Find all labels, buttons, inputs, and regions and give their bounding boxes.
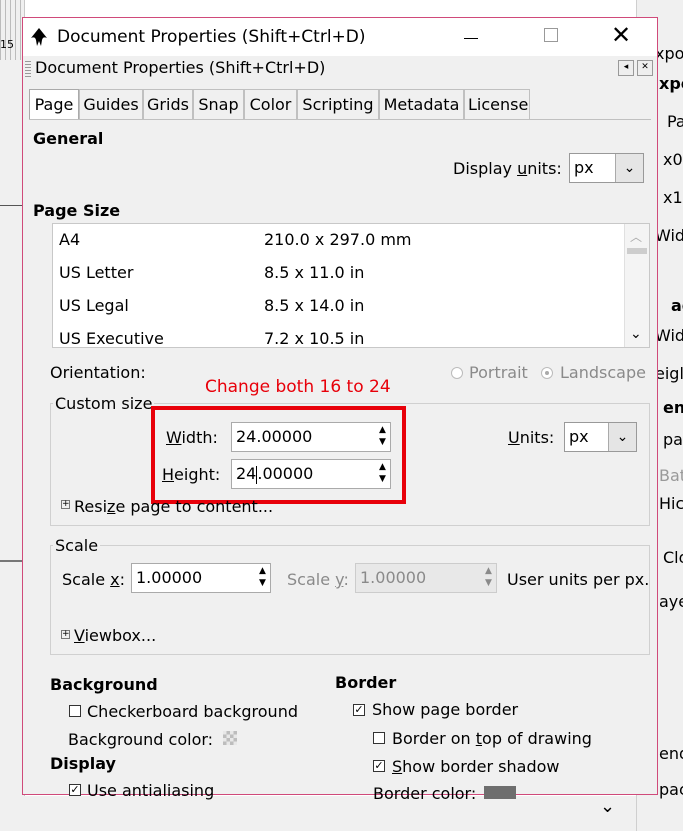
scale-x-label: Scale x:: [62, 570, 125, 589]
tab-metadata[interactable]: Metadata: [379, 89, 464, 119]
scale-x-spinner[interactable]: ▲ ▼: [258, 564, 270, 592]
list-item[interactable]: US Executive 7.2 x 10.5 in: [53, 323, 623, 347]
dock-iconify-icon[interactable]: ◂: [618, 60, 634, 76]
bg-label: xpo: [655, 44, 683, 63]
expand-icon[interactable]: +: [61, 500, 70, 509]
antialias-label[interactable]: Use antialiasing: [87, 781, 214, 800]
scale-label: Scale: [53, 536, 101, 555]
bg-label: x1: [663, 188, 683, 207]
checkerboard-label[interactable]: Checkerboard background: [87, 702, 298, 721]
display-heading: Display: [50, 754, 116, 773]
border-color-label: Border color:: [373, 784, 477, 803]
tab-grids[interactable]: Grids: [143, 89, 193, 119]
list-scrollbar[interactable]: ︿ ⌄: [624, 224, 649, 347]
scale-y-input: 1.00000 ▲ ▼: [355, 563, 497, 593]
tab-color[interactable]: Color: [244, 89, 297, 119]
border-heading: Border: [335, 673, 397, 692]
maximize-button[interactable]: [544, 28, 558, 42]
portrait-label[interactable]: Portrait: [469, 363, 528, 382]
border-on-top-label[interactable]: Border on top of drawing: [392, 729, 592, 748]
canvas-line: [0, 560, 24, 562]
bg-label[interactable]: Clo: [663, 548, 683, 567]
background-color-swatch[interactable]: [223, 731, 237, 745]
dock-close-icon[interactable]: ✕: [637, 60, 653, 76]
bg-label: aye: [659, 592, 683, 611]
border-shadow-checkbox[interactable]: ✓: [373, 760, 385, 772]
scale-x-input[interactable]: 1.00000 ▲ ▼: [131, 563, 271, 593]
user-units-label: User units per px.: [507, 570, 650, 589]
scroll-down-icon[interactable]: ⌄: [630, 326, 642, 342]
document-properties-dialog: Document Properties (Shift+Ctrl+D) ✕ Doc…: [22, 17, 658, 803]
canvas-line: [0, 205, 24, 206]
portrait-radio[interactable]: [451, 367, 463, 379]
display-units-select[interactable]: px ⌄: [569, 153, 644, 183]
border-on-top-checkbox[interactable]: [373, 732, 385, 744]
window-title: Document Properties (Shift+Ctrl+D): [57, 27, 366, 47]
page-tab-panel: General Display units: px ⌄ Page Size A4…: [29, 119, 651, 803]
border-color-swatch[interactable]: [484, 786, 516, 799]
bg-label: end: [659, 744, 683, 763]
landscape-label[interactable]: Landscape: [560, 363, 646, 382]
bg-label: ena: [663, 398, 683, 417]
units-label: Units:: [508, 428, 555, 447]
border-shadow-label[interactable]: Show border shadow: [392, 757, 559, 776]
resize-page-expander[interactable]: Resize page to content...: [74, 497, 273, 516]
dock-grip-icon[interactable]: [25, 61, 31, 77]
scroll-up-icon[interactable]: ︿: [630, 228, 642, 245]
status-bar-background: [0, 796, 636, 831]
show-border-checkbox[interactable]: ✓: [353, 704, 365, 716]
bg-label: ag: [671, 296, 683, 315]
tab-page[interactable]: Page: [29, 89, 79, 121]
inkscape-logo-icon: [31, 28, 47, 46]
show-border-label[interactable]: Show page border: [372, 700, 518, 719]
close-button[interactable]: ✕: [611, 20, 631, 50]
ruler-number: 15: [0, 38, 14, 51]
expand-icon[interactable]: +: [61, 630, 70, 639]
page-size-heading: Page Size: [33, 201, 121, 220]
scale-y-spinner: ▲ ▼: [485, 566, 492, 588]
display-units-label: Display units:: [453, 159, 562, 178]
dock-title: Document Properties (Shift+Ctrl+D): [35, 58, 326, 77]
chevron-down-icon[interactable]: ⌄: [615, 154, 643, 182]
list-item[interactable]: US Letter 8.5 x 11.0 in: [53, 257, 623, 290]
background-heading: Background: [50, 675, 158, 694]
annotation-text: Change both 16 to 24: [205, 377, 391, 397]
tab-snap[interactable]: Snap: [193, 89, 244, 119]
annotation-highlight-box: [151, 406, 406, 504]
scale-y-label: Scale y:: [287, 570, 349, 589]
bg-label: pac: [659, 780, 683, 799]
dock-header[interactable]: Document Properties (Shift+Ctrl+D) ◂ ✕: [23, 58, 657, 80]
bg-label: Hic: [659, 494, 683, 513]
display-units-value: px: [574, 158, 594, 177]
orientation-label: Orientation:: [50, 363, 146, 382]
list-item[interactable]: US Legal 8.5 x 14.0 in: [53, 290, 623, 323]
page-size-list[interactable]: A4 210.0 x 297.0 mm US Letter 8.5 x 11.0 i…: [52, 223, 650, 348]
tab-guides[interactable]: Guides: [79, 89, 143, 119]
bg-label: x0: [663, 150, 683, 169]
antialias-checkbox[interactable]: ✓: [69, 784, 81, 796]
bg-label: Wid: [655, 226, 683, 245]
chevron-down-icon[interactable]: ⌄: [600, 796, 615, 817]
bg-label: xpo: [659, 74, 683, 93]
chevron-down-icon[interactable]: ⌄: [608, 423, 636, 451]
custom-size-label: Custom size: [53, 394, 155, 413]
bg-label[interactable]: Pa: [667, 112, 683, 131]
background-color-label: Background color:: [68, 730, 214, 749]
list-item[interactable]: A4 210.0 x 297.0 mm: [53, 224, 623, 257]
general-heading: General: [33, 129, 104, 148]
tab-scripting[interactable]: Scripting: [297, 89, 379, 119]
title-bar[interactable]: Document Properties (Shift+Ctrl+D) ✕: [23, 18, 657, 56]
ruler-ticks: [0, 0, 24, 60]
minimize-button[interactable]: [461, 26, 481, 46]
bg-label: Bat: [659, 466, 683, 485]
bg-label: eigl: [655, 364, 683, 383]
bg-label: pac: [663, 430, 683, 449]
scrollbar-thumb[interactable]: [627, 248, 647, 254]
viewbox-expander[interactable]: Viewbox...: [74, 626, 156, 645]
tab-license[interactable]: License: [464, 89, 530, 119]
landscape-radio[interactable]: [541, 367, 553, 379]
units-select[interactable]: px ⌄: [564, 422, 637, 452]
bg-label: Widt: [655, 326, 683, 345]
checkerboard-checkbox[interactable]: [69, 705, 81, 717]
